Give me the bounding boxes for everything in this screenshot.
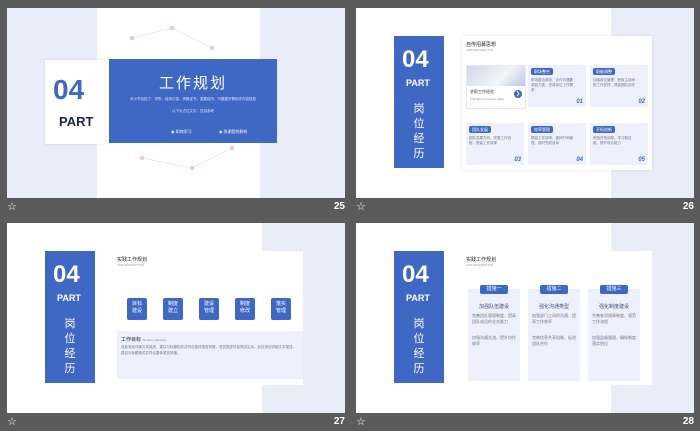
step-box-5[interactable]: 落实 管理 xyxy=(271,298,291,320)
feature-card-number: 02 xyxy=(638,99,645,105)
body-text-line-1: 本小节包括了：学历、培训记录、资格证书、重要经历、兴趣爱好等相关内容信息 xyxy=(130,97,256,101)
feature-card-title: 团队发展 xyxy=(469,126,491,133)
vertical-title: 岗位经历 xyxy=(413,318,425,375)
slide-footer-25: ☆ 25 xyxy=(7,200,345,216)
info-circle-icon: ❯ xyxy=(514,90,522,98)
measure-line: 完善团队管理制度，提高团队成员的业务能力 xyxy=(472,313,516,324)
feature-card-number: 05 xyxy=(638,157,645,163)
photo-card: 求职工作经验 Thoughts on Future Work ❯ xyxy=(466,65,526,109)
section-badge-vertical: 04 PART 岗位经历 xyxy=(394,251,444,383)
feature-card: 职场整合职场整合原则，合作沟通要求能力强，完成岗位工作需求 01 xyxy=(528,65,586,107)
feature-card-title: 效率管理 xyxy=(531,126,553,133)
section-subtitle: JOB DESCRIPTION xyxy=(466,263,494,267)
section-title: 实践工作规划 xyxy=(466,257,497,263)
section-badge-vertical: 04 PART 岗位经历 xyxy=(394,36,444,168)
star-outline-icon[interactable]: ☆ xyxy=(7,201,17,213)
feature-card-text: 提高工作效率，做好时间管理，按时完成目标 xyxy=(531,136,573,145)
feature-card-text: 职场整合原则，合作沟通要求能力强，完成岗位工作需求 xyxy=(531,78,573,92)
link-label: 如何学习 xyxy=(175,129,192,134)
measure-line: 加强监督管理，确保制度落实到位 xyxy=(592,335,636,346)
star-outline-icon[interactable]: ☆ xyxy=(356,416,366,428)
feature-card-title: 职能调整 xyxy=(593,68,615,75)
objective-paragraph: 此处添加详细文本描述，建议与标题相关并符合整体语言风格，语言描述尽量简洁生动。此… xyxy=(121,345,296,355)
measure-column-2: 措施二 强化沟通类型 加强部门之间的沟通，提高工作效率 完善信息共享机制，促进团… xyxy=(528,285,580,381)
measure-pill[interactable]: 措施三 xyxy=(600,285,628,294)
measure-heading: 强化制度建设 xyxy=(598,304,629,310)
objective-title: 工作目标 Working objective xyxy=(121,336,166,343)
objective-box: 工作目标 Working objective 此处添加详细文本描述，建议与标题相… xyxy=(117,331,303,379)
feature-card-title: 开拓创新 xyxy=(593,126,615,133)
content-panel: 实践工作规划 JOB DESCRIPTION 目标 建设 制度 建立 建设 管理… xyxy=(113,251,303,385)
link-thanks[interactable]: ◉ 答谢您的聆听 xyxy=(219,129,248,135)
slide-footer-27: ☆ 27 xyxy=(7,415,345,431)
measure-pill[interactable]: 措施二 xyxy=(540,285,568,294)
section-badge: 04 PART xyxy=(45,60,105,144)
objective-title-cn: 工作目标 xyxy=(121,337,142,343)
slide-thumbnail-27[interactable]: 04 PART 岗位经历 实践工作规划 JOB DESCRIPTION 目标 建… xyxy=(7,223,345,413)
photo-image xyxy=(467,66,525,86)
content-panel: 实践工作规划 JOB DESCRIPTION 措施一 加强队伍建设 完善团队管理… xyxy=(462,251,652,385)
link-label: 答谢您的聆听 xyxy=(223,129,248,134)
slide-thumbnail-28[interactable]: 04 PART 岗位经历 实践工作规划 JOB DESCRIPTION 措施一 … xyxy=(356,223,694,413)
slide-number: 27 xyxy=(333,416,345,427)
step-box-4[interactable]: 制度 修改 xyxy=(235,298,255,320)
star-outline-icon[interactable]: ☆ xyxy=(7,416,17,428)
star-outline-icon[interactable]: ☆ xyxy=(356,201,366,213)
section-title: 自传招募思想 xyxy=(466,42,497,48)
feature-card-text: 团队发展方向，完善工作流程，提高工作效率 xyxy=(469,136,511,145)
step-box-2[interactable]: 制度 建立 xyxy=(163,298,183,320)
slide-number: 26 xyxy=(682,201,694,212)
section-subtitle: JOB DESCRIPTION xyxy=(117,263,145,267)
link-how-to-learn[interactable]: ◉ 如何学习 xyxy=(171,129,192,135)
feature-card-text: 加强岗位管理，积极主动承担工作安排，提高团队协作 xyxy=(593,78,635,87)
slide-thumbnail-25[interactable]: 04 PART 工作规划 本小节包括了：学历、培训记录、资格证书、重要经历、兴趣… xyxy=(7,8,345,198)
feature-card: 开拓创新积极开拓创新，学习新技能，提升综合能力 05 xyxy=(590,123,648,165)
measure-heading: 加强队伍建设 xyxy=(478,304,509,310)
photo-caption: 求职工作经验 xyxy=(470,89,494,94)
badge-number: 04 xyxy=(53,261,80,288)
slide-footer-26: ☆ 26 xyxy=(356,200,694,216)
badge-part: PART xyxy=(57,293,81,303)
badge-number: 04 xyxy=(402,261,429,288)
section-subtitle: JOB DESCRIPTION xyxy=(466,48,494,52)
measure-column-3: 措施三 强化制度建设 完善各项规章制度，规范工作流程 加强监督管理，确保制度落实… xyxy=(588,285,640,381)
slide-number: 25 xyxy=(333,201,345,212)
measure-line: 加强沟通交流，提升协作效率 xyxy=(472,335,516,346)
feature-card-number: 03 xyxy=(514,157,521,163)
slide-title: 工作规划 xyxy=(158,75,227,92)
feature-card: 效率管理提高工作效率，做好时间管理，按时完成目标 04 xyxy=(528,123,586,165)
slide-thumbnail-26[interactable]: 04 PART 岗位经历 自传招募思想 JOB DESCRIPTION 求职工作… xyxy=(356,8,694,198)
vertical-title: 岗位经历 xyxy=(64,318,76,375)
content-panel: 自传招募思想 JOB DESCRIPTION 求职工作经验 Thoughts o… xyxy=(462,36,652,170)
section-badge-vertical: 04 PART 岗位经历 xyxy=(45,251,95,383)
body-text-line-2: 以下为占位文字，仅供参考 xyxy=(172,109,214,113)
badge-number: 04 xyxy=(53,74,85,105)
feature-card-title: 职场整合 xyxy=(531,68,553,75)
slide-number: 28 xyxy=(682,416,694,427)
photo-subcaption: Thoughts on Future Work xyxy=(470,97,504,101)
badge-number: 04 xyxy=(402,46,429,73)
measure-pill[interactable]: 措施一 xyxy=(480,285,508,294)
slide-footer-28: ☆ 28 xyxy=(356,415,694,431)
step-box-1[interactable]: 目标 建设 xyxy=(127,298,147,320)
steps-row: 目标 建设 制度 建立 建设 管理 制度 修改 落实 管理 xyxy=(121,298,301,322)
title-panel: 工作规划 本小节包括了：学历、培训记录、资格证书、重要经历、兴趣爱好等相关内容信… xyxy=(109,59,277,143)
measure-column-1: 措施一 加强队伍建设 完善团队管理制度，提高团队成员的业务能力 加强沟通交流，提… xyxy=(468,285,520,381)
feature-card: 职能调整加强岗位管理，积极主动承担工作安排，提高团队协作 02 xyxy=(590,65,648,107)
feature-card: 团队发展团队发展方向，完善工作流程，提高工作效率 03 xyxy=(466,123,524,165)
measure-line: 完善信息共享机制，促进团队合作 xyxy=(532,335,576,346)
step-box-3[interactable]: 建设 管理 xyxy=(199,298,219,320)
badge-part: PART xyxy=(406,78,430,88)
measure-line: 加强部门之间的沟通，提高工作效率 xyxy=(532,313,576,324)
feature-card-number: 01 xyxy=(576,99,583,105)
vertical-title: 岗位经历 xyxy=(413,103,425,160)
measure-line: 完善各项规章制度，规范工作流程 xyxy=(592,313,636,324)
badge-part: PART xyxy=(406,293,430,303)
feature-card-text: 积极开拓创新，学习新技能，提升综合能力 xyxy=(593,136,632,145)
badge-part: PART xyxy=(59,114,94,129)
measure-heading: 强化沟通类型 xyxy=(538,304,569,310)
feature-card-number: 04 xyxy=(576,157,583,163)
section-title: 实践工作规划 xyxy=(117,257,148,263)
objective-title-en: Working objective xyxy=(142,338,167,342)
